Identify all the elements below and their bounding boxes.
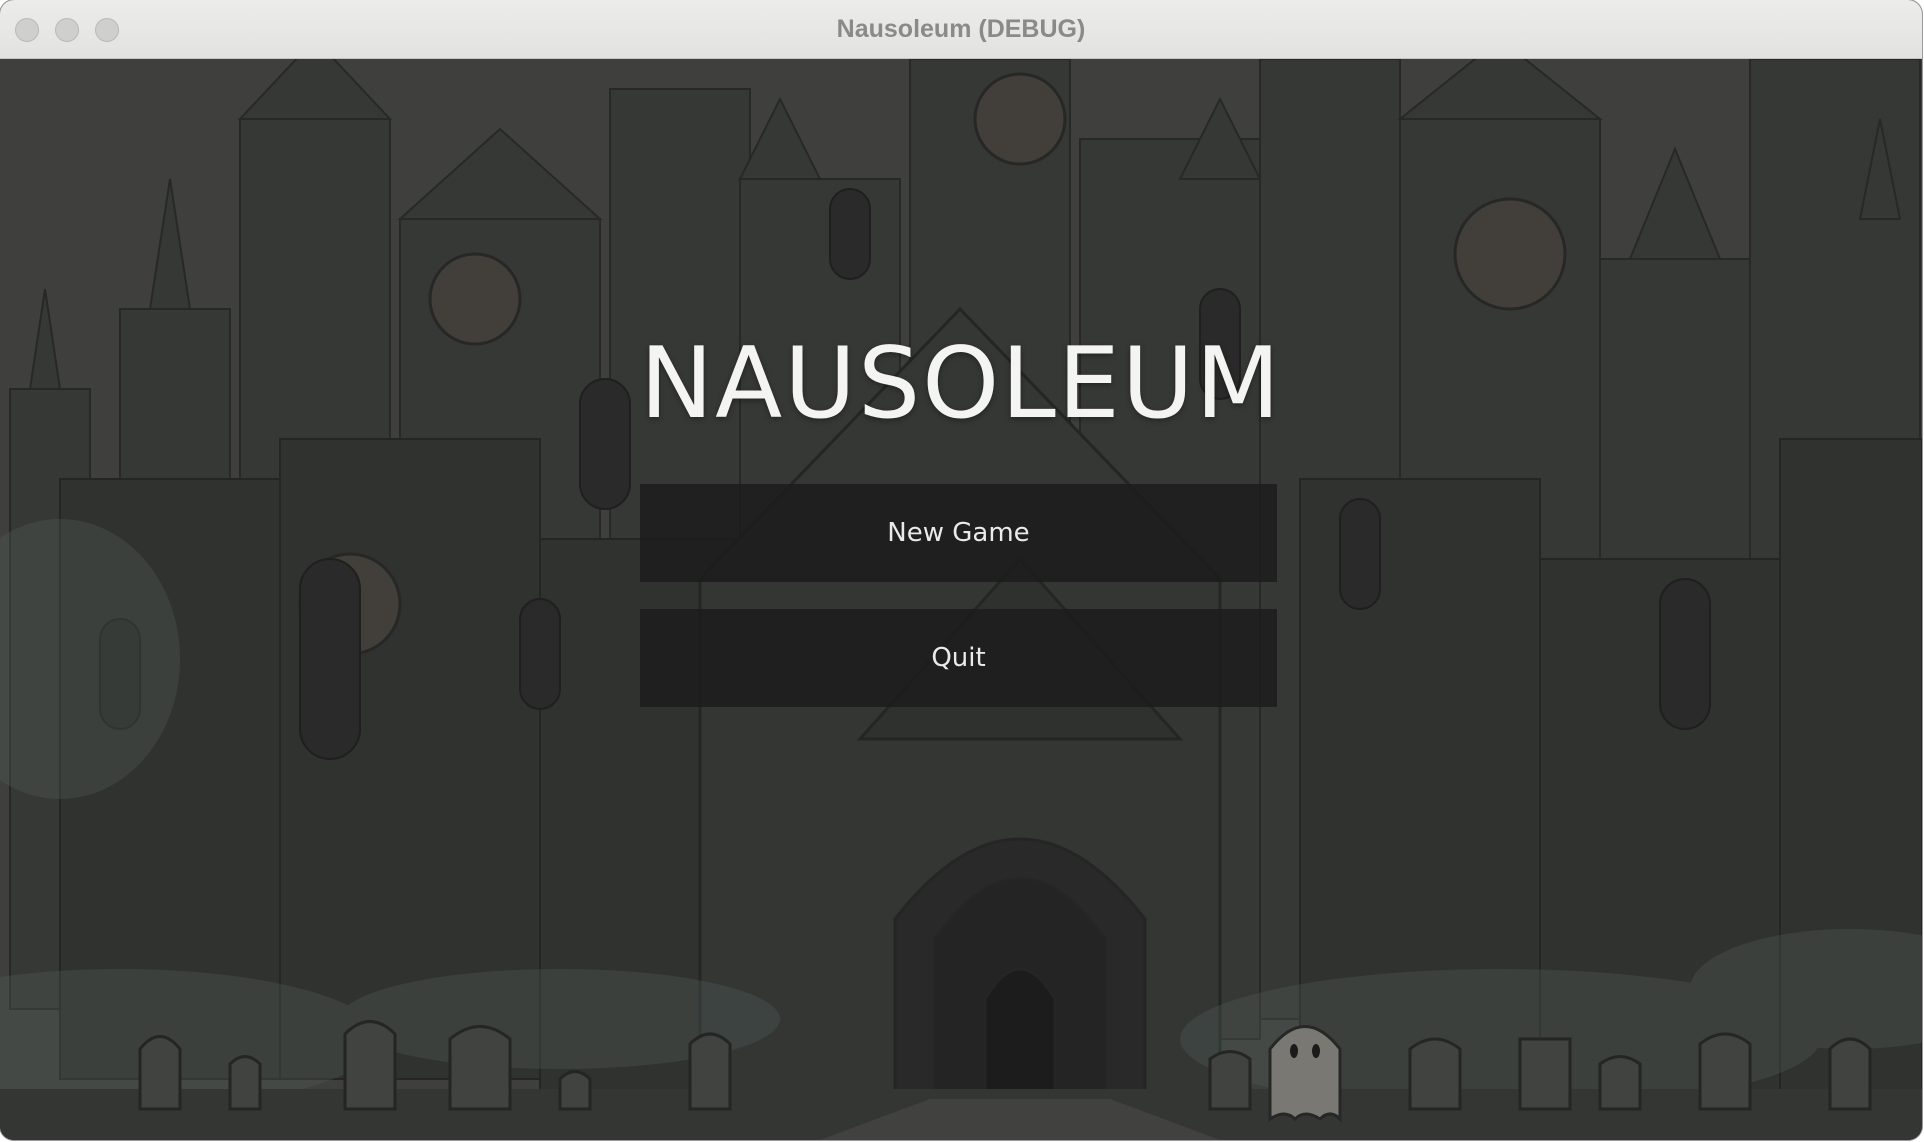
quit-button[interactable]: Quit (640, 609, 1277, 707)
game-title: NAUSOLEUM (639, 327, 1283, 441)
menu-background-illustration: NAUSOLEUM New Game Quit (0, 59, 1922, 1140)
game-window: Nausoleum (DEBUG) NAUSOLEUM New Game Qui… (0, 0, 1922, 1140)
background-dim-overlay (0, 59, 1922, 1140)
new-game-button[interactable]: New Game (640, 484, 1277, 582)
window-title: Nausoleum (DEBUG) (836, 15, 1086, 43)
title-bar[interactable]: Nausoleum (DEBUG) (0, 0, 1922, 59)
